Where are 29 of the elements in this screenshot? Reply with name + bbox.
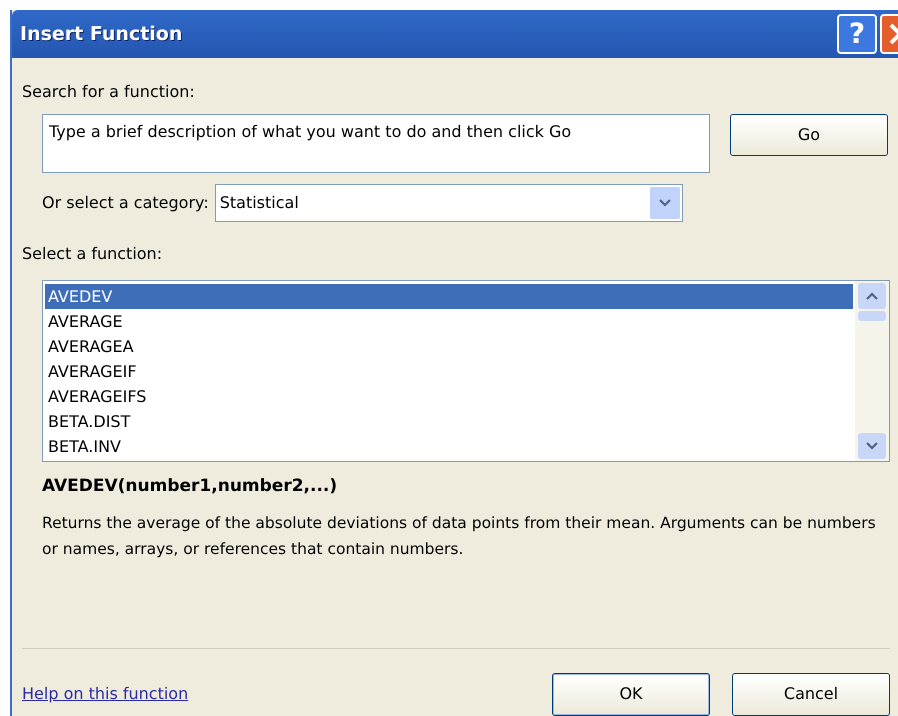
category-dropdown[interactable]: Statistical: [214, 184, 683, 222]
search-label: Search for a function:: [22, 81, 196, 103]
cancel-button[interactable]: Cancel: [732, 672, 890, 716]
chevron-down-icon: [866, 442, 878, 450]
scrollbar[interactable]: [855, 281, 889, 461]
scroll-up-button[interactable]: [858, 283, 886, 309]
window-title: Insert Function: [20, 22, 184, 47]
help-button[interactable]: ?: [837, 14, 877, 54]
help-link[interactable]: Help on this function: [22, 682, 552, 706]
function-list-label: Select a function:: [22, 243, 164, 265]
function-item[interactable]: AVERAGEA: [45, 334, 853, 359]
category-value: Statistical: [220, 192, 299, 214]
category-label: Or select a category:: [42, 192, 209, 214]
function-item[interactable]: AVERAGE: [45, 309, 853, 334]
ok-button[interactable]: OK: [552, 672, 710, 716]
function-item[interactable]: AVERAGEIF: [45, 359, 853, 384]
function-item[interactable]: BETA.INV: [45, 434, 853, 459]
scroll-down-button[interactable]: [858, 433, 886, 459]
chevron-down-icon: [658, 199, 671, 207]
scroll-thumb[interactable]: [858, 311, 886, 321]
function-item[interactable]: BETA.DIST: [45, 409, 853, 434]
go-button[interactable]: Go: [730, 114, 888, 156]
function-description: Returns the average of the absolute deviations of data points from their mean. Arguments can be numbers or names, arrays, or references that contain numbers.: [42, 512, 877, 560]
dropdown-button[interactable]: [650, 187, 680, 219]
function-item[interactable]: AVEDEV: [45, 284, 853, 309]
chevron-up-icon: [866, 292, 878, 300]
function-signature: AVEDEV(number1,number2,...): [42, 475, 338, 498]
function-item[interactable]: AVERAGEIFS: [45, 384, 853, 409]
search-field[interactable]: Type a brief description of what you want to do and then click Go: [42, 114, 710, 173]
